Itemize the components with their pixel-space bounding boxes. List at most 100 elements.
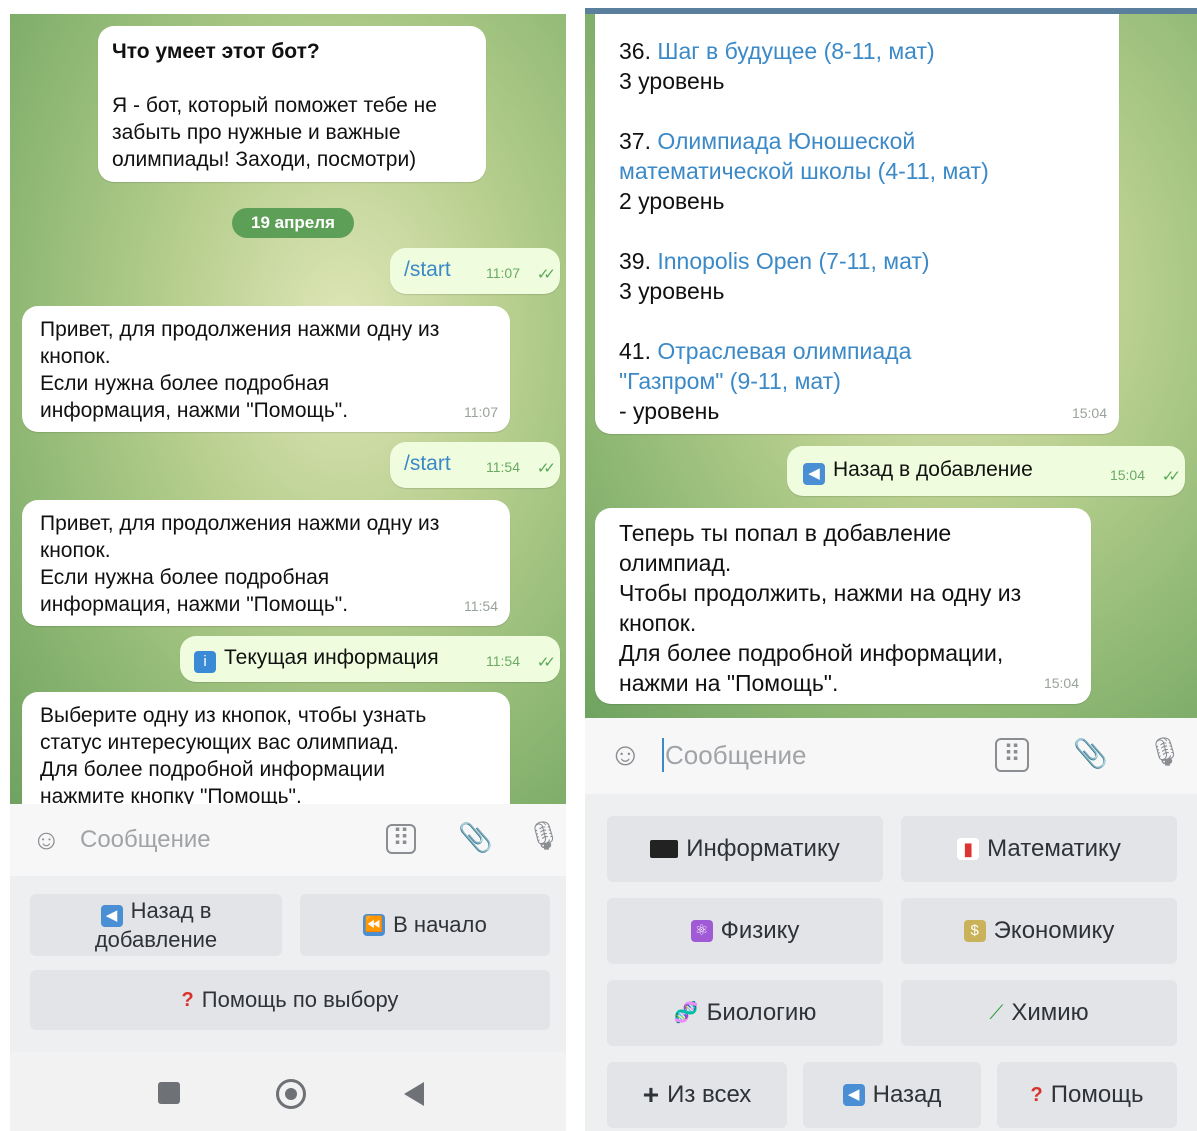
bot-keyboard-icon[interactable]: ⠿: [386, 824, 416, 854]
back-to-adding-text: Назад в добавление: [833, 458, 1033, 481]
olympiad-list-bubble: 36. Шаг в будущее (8-11, мат) 3 уровень …: [595, 14, 1119, 434]
message-time: 11:07: [486, 265, 520, 281]
back-label-line2: добавление: [94, 926, 218, 952]
message-line: Привет, для продолжения нажми одну из: [40, 512, 440, 535]
microphone-icon[interactable]: 🎙: [1147, 738, 1183, 766]
bot-intro-line: олимпиады! Заходи, посмотри): [112, 148, 417, 171]
test-tube-icon: ⟋: [989, 1002, 1004, 1024]
info-icon: i: [194, 651, 216, 673]
message-line: Для более подробной информации,: [619, 640, 1004, 666]
math-label: Математику: [987, 835, 1121, 862]
help-label: Помощь: [1050, 1081, 1144, 1108]
attach-icon[interactable]: 📎: [458, 824, 493, 852]
start-command[interactable]: /start: [404, 450, 546, 477]
double-check-icon: ✓✓: [536, 654, 556, 671]
chemistry-button[interactable]: ⟋ Химию: [901, 980, 1177, 1046]
back-label: Назад: [872, 1081, 942, 1108]
right-phone-screen: 36. Шаг в будущее (8-11, мат) 3 уровень …: [585, 0, 1197, 1131]
message-line: олимпиад.: [619, 550, 732, 576]
message-line: Для более подробной информации: [40, 758, 386, 781]
microphone-icon[interactable]: 🎙: [526, 822, 562, 850]
message-line: нажми на "Помощь".: [619, 670, 839, 696]
message-input[interactable]: Сообщение: [80, 826, 211, 854]
bot-message: Привет, для продолжения нажми одну из кн…: [22, 306, 510, 432]
olympiad-level: 3 уровень: [619, 68, 725, 94]
left-phone-screen: Что умеет этот бот? Я - бот, который пом…: [10, 0, 566, 1131]
message-line: статус интересующих вас олимпиад.: [40, 731, 399, 754]
olympiad-link[interactable]: математической школы (4-11, мат): [619, 156, 1095, 186]
outgoing-message[interactable]: /start 11:54 ✓✓: [390, 442, 560, 488]
money-icon: $: [963, 920, 986, 942]
message-line: Чтобы продолжить, нажми на одну из: [619, 580, 1022, 606]
plus-icon: +: [642, 1079, 660, 1110]
olympiad-link[interactable]: Шаг в будущее (8-11, мат): [657, 38, 934, 64]
bot-intro-line: Я - бот, который поможет тебе не: [112, 94, 437, 117]
olympiad-number: 36.: [619, 38, 651, 64]
biology-button[interactable]: 🧬 Биологию: [607, 980, 883, 1046]
start-command[interactable]: /start: [404, 256, 546, 283]
from-all-label: Из всех: [667, 1081, 752, 1108]
message-input-bar: ☺ Сообщение ⠿ 📎 🎙: [585, 718, 1197, 794]
bar-chart-icon: ▮: [957, 838, 980, 860]
bot-keyboard-icon[interactable]: ⠿: [995, 738, 1029, 772]
double-check-icon: ✓✓: [536, 266, 556, 283]
message-input[interactable]: Сообщение: [665, 740, 807, 771]
message-time: 15:04: [1109, 467, 1145, 483]
to-start-label: В начало: [393, 912, 487, 937]
message-time: 15:04: [1071, 405, 1107, 421]
emoji-icon[interactable]: ☺: [32, 826, 61, 854]
olympiad-level: - уровень: [619, 398, 720, 424]
physics-button[interactable]: ⚛ Физику: [607, 898, 883, 964]
from-all-button[interactable]: + Из всех: [607, 1062, 787, 1128]
message-line: информация, нажми "Помощь".: [40, 593, 349, 616]
olympiad-link[interactable]: "Газпром" (9-11, мат): [619, 366, 1095, 396]
bot-message: Привет, для продолжения нажми одну из кн…: [22, 500, 510, 626]
informatics-button[interactable]: Информатику: [607, 816, 883, 882]
olympiad-number: 41.: [619, 338, 651, 364]
date-pill: 19 апреля: [232, 208, 354, 238]
message-line: информация, нажми "Помощь".: [40, 399, 349, 422]
back-nav-icon[interactable]: [404, 1082, 424, 1106]
message-time: 15:04: [1043, 675, 1079, 691]
outgoing-message[interactable]: i Текущая информация 11:54 ✓✓: [180, 636, 560, 682]
message-time: 11:07: [464, 404, 498, 420]
text-cursor: [662, 738, 664, 772]
to-start-button[interactable]: ⏪ В начало: [300, 894, 550, 956]
olympiad-link[interactable]: Отраслевая олимпиада: [657, 338, 911, 364]
bot-message: Теперь ты попал в добавление олимпиад. Ч…: [595, 508, 1091, 704]
back-label-line1: Назад в: [130, 897, 212, 923]
help-button[interactable]: ? Помощь: [997, 1062, 1177, 1128]
message-time: 11:54: [486, 653, 520, 669]
olympiad-level: 2 уровень: [619, 188, 725, 214]
economics-label: Экономику: [993, 917, 1115, 944]
olympiad-item: 41. Отраслевая олимпиада "Газпром" (9-11…: [619, 336, 1095, 426]
message-line: Привет, для продолжения нажми одну из: [40, 318, 440, 341]
chemistry-label: Химию: [1011, 999, 1089, 1026]
back-to-adding-button[interactable]: ◀ Назад в добавление: [30, 894, 282, 956]
olympiad-link[interactable]: Innopolis Open (7-11, мат): [657, 248, 929, 274]
back-arrow-icon: ◀: [842, 1084, 865, 1106]
olympiad-item: 37. Олимпиада Юношеской математической ш…: [619, 126, 1095, 216]
math-button[interactable]: ▮ Математику: [901, 816, 1177, 882]
physics-label: Физику: [720, 917, 800, 944]
back-arrow-icon: ◀: [100, 904, 123, 927]
message-input-bar: ☺ Сообщение ⠿ 📎 🎙: [10, 804, 566, 876]
back-button[interactable]: ◀ Назад: [803, 1062, 981, 1128]
outgoing-message[interactable]: ◀ Назад в добавление 15:04 ✓✓: [787, 446, 1185, 496]
olympiad-number: 37.: [619, 128, 651, 154]
emoji-icon[interactable]: ☺: [609, 738, 642, 770]
olympiad-link[interactable]: Олимпиада Юношеской: [657, 128, 915, 154]
bot-intro-title: Что умеет этот бот?: [112, 40, 320, 63]
home-icon[interactable]: [276, 1079, 306, 1109]
informatics-label: Информатику: [686, 835, 840, 862]
attach-icon[interactable]: 📎: [1073, 740, 1108, 768]
outgoing-message[interactable]: /start 11:07 ✓✓: [390, 248, 560, 294]
recent-apps-icon[interactable]: [158, 1082, 180, 1104]
dna-icon: 🧬: [673, 1002, 699, 1024]
bot-keyboard: ◀ Назад в добавление ⏪ В начало ? Помощь по…: [10, 876, 566, 1052]
economics-button[interactable]: $ Экономику: [901, 898, 1177, 964]
question-icon: ?: [1030, 1084, 1043, 1106]
help-choice-button[interactable]: ? Помощь по выбору: [30, 970, 550, 1030]
message-line: кнопок.: [40, 345, 111, 368]
olympiad-level: 3 уровень: [619, 278, 725, 304]
